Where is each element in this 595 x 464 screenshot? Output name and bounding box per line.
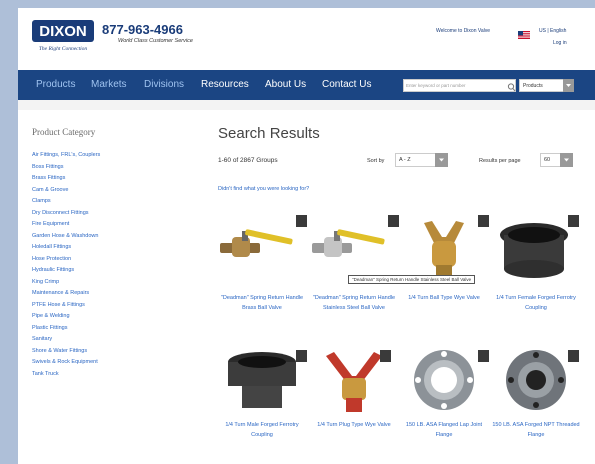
category-list: Air Fittings, FRL's, Couplers Boss Fitti… (32, 150, 100, 380)
category-link[interactable]: Swivels & Rock Equipment (32, 357, 100, 369)
service-tagline: World Class Customer Service (118, 38, 193, 44)
category-link[interactable]: King Crimp (32, 277, 100, 289)
compare-badge-icon[interactable] (380, 350, 391, 362)
category-link[interactable]: Pipe & Welding (32, 311, 100, 323)
category-link[interactable]: Fire Equipment (32, 219, 100, 231)
logo-tagline: The Right Connection (39, 46, 88, 52)
search-input[interactable]: Enter keyword or part number (403, 79, 516, 92)
chevron-down-icon[interactable] (560, 153, 573, 167)
category-link[interactable]: Brass Fittings (32, 173, 100, 185)
nav-about-us[interactable]: About Us (265, 79, 306, 90)
category-link[interactable]: Garden Hose & Washdown (32, 231, 100, 243)
compare-badge-icon[interactable] (568, 215, 579, 227)
chevron-down-icon[interactable] (435, 153, 448, 167)
search-icon[interactable] (507, 80, 516, 92)
category-link[interactable]: PTFE Hose & Fittings (32, 300, 100, 312)
results-count: 1-60 of 2867 Groups (218, 157, 278, 164)
nav-products[interactable]: Products (36, 79, 75, 90)
sidebar-title: Product Category (32, 127, 96, 137)
browser-page: DIXON The Right Connection 877-963-4966 … (18, 8, 595, 464)
login-link[interactable]: Log in (553, 40, 567, 46)
product-name[interactable]: 1/4 Turn Plug Type Wye Valve (308, 420, 400, 430)
category-link[interactable]: Maintenance & Repairs (32, 288, 100, 300)
category-link[interactable]: Cam & Groove (32, 185, 100, 197)
sort-by-label: Sort by (367, 158, 385, 164)
didnt-find-link[interactable]: Didn't find what you were looking for? (218, 186, 309, 192)
logo-text: DIXON (39, 23, 87, 40)
site-header: DIXON The Right Connection 877-963-4966 … (18, 8, 595, 66)
content-band (18, 100, 595, 110)
product-name[interactable]: "Deadman" Spring Return Handle Brass Bal… (216, 293, 308, 313)
category-link[interactable]: Holedall Fittings (32, 242, 100, 254)
product-name[interactable]: "Deadman" Spring Return Handle Stainless… (308, 293, 400, 313)
category-link[interactable]: Air Fittings, FRL's, Couplers (32, 150, 100, 162)
male-coupling-image[interactable] (216, 348, 308, 420)
chevron-down-icon[interactable] (563, 79, 574, 92)
product-name[interactable]: 150 LB. ASA Forged NPT Threaded Flange (490, 420, 582, 440)
us-flag-icon[interactable] (518, 26, 530, 39)
brass-ball-valve-image[interactable] (216, 213, 308, 285)
welcome-text: Welcome to Dixon Valve (436, 28, 491, 34)
dixon-logo[interactable]: DIXON The Right Connection (32, 20, 94, 54)
compare-badge-icon[interactable] (478, 215, 489, 227)
category-link[interactable]: Clamps (32, 196, 100, 208)
nav-resources[interactable]: Resources (201, 79, 249, 90)
product-name[interactable]: 1/4 Turn Female Forged Ferrotry Coupling (490, 293, 582, 313)
page-title: Search Results (218, 125, 320, 142)
compare-badge-icon[interactable] (478, 350, 489, 362)
category-link[interactable]: Boss Fittings (32, 162, 100, 174)
language-link[interactable]: US | English (539, 28, 566, 34)
nav-contact-us[interactable]: Contact Us (322, 79, 371, 90)
product-name[interactable]: 150 LB. ASA Flanged Lap Joint Flange (398, 420, 490, 440)
main-nav: Products Markets Divisions Resources Abo… (18, 70, 595, 100)
category-link[interactable]: Hose Protection (32, 254, 100, 266)
nav-markets[interactable]: Markets (91, 79, 127, 90)
category-link[interactable]: Plastic Fittings (32, 323, 100, 335)
category-link[interactable]: Sanitary (32, 334, 100, 346)
category-link[interactable]: Shore & Water Fittings (32, 346, 100, 358)
nav-divisions[interactable]: Divisions (144, 79, 184, 90)
category-link[interactable]: Hydraulic Fittings (32, 265, 100, 277)
compare-badge-icon[interactable] (296, 215, 307, 227)
product-tooltip: "Deadman" Spring Return Handle Stainless… (348, 275, 476, 284)
compare-badge-icon[interactable] (296, 350, 307, 362)
compare-badge-icon[interactable] (568, 350, 579, 362)
lap-joint-flange-image[interactable] (398, 348, 490, 420)
results-per-page-label: Results per page (479, 158, 521, 164)
phone-number[interactable]: 877-963-4966 (102, 22, 183, 37)
product-name[interactable]: 1/4 Turn Male Forged Ferrotry Coupling (216, 420, 308, 440)
product-name[interactable]: 1/4 Turn Ball Type Wye Valve (398, 293, 490, 303)
category-link[interactable]: Tank Truck (32, 369, 100, 381)
category-link[interactable]: Dry Disconnect Fittings (32, 208, 100, 220)
